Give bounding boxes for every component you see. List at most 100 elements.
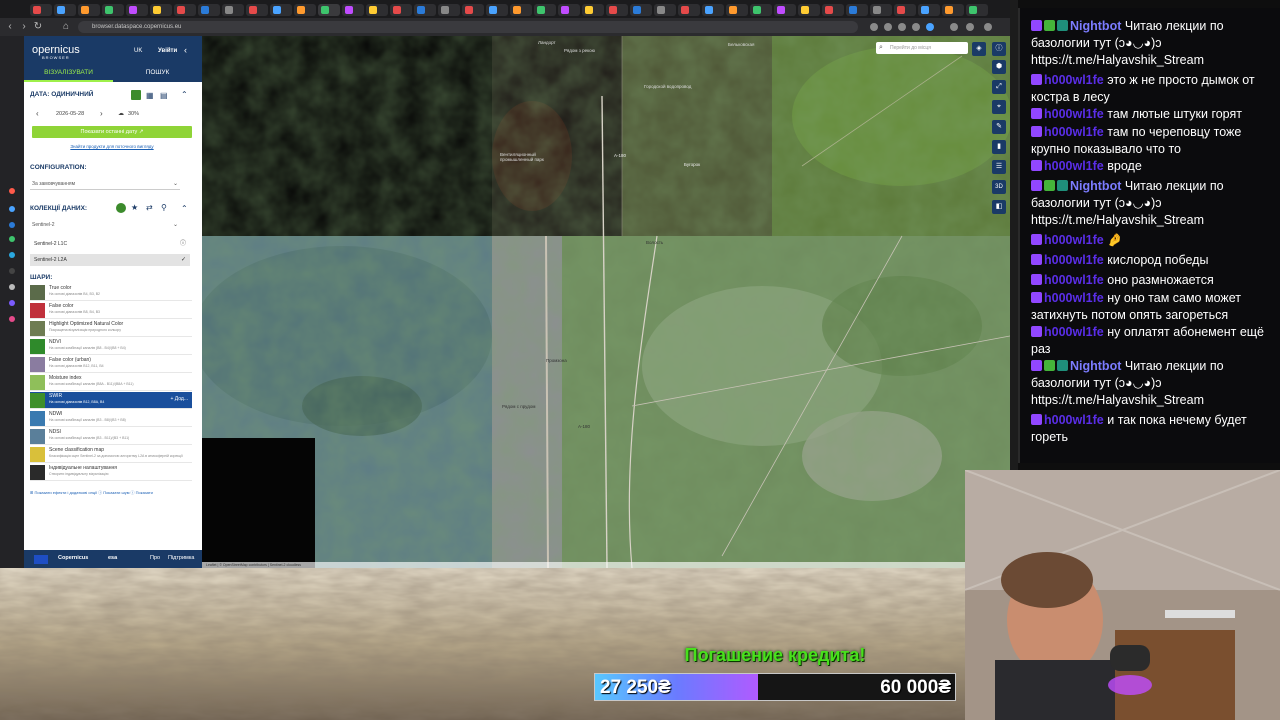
layer-item[interactable]: False color (urban) На основі діапазонів … [30, 356, 192, 373]
esa-logo[interactable]: esa [108, 555, 117, 561]
timelapse-icon[interactable]: ▤ [160, 91, 168, 100]
forward-icon[interactable]: › [18, 21, 30, 33]
chat-username[interactable]: h000wl1fe [1044, 253, 1104, 267]
browser-tab[interactable] [534, 4, 556, 16]
app-icon[interactable] [9, 252, 15, 258]
browser-tab[interactable] [246, 4, 268, 16]
browser-tab[interactable] [486, 4, 508, 16]
browser-tab[interactable] [630, 4, 652, 16]
layer-item[interactable]: NDWI На основі комбінації каналів (B3 - B… [30, 410, 192, 427]
chat-username[interactable]: Nightbot [1070, 179, 1121, 193]
browser-tab[interactable] [126, 4, 148, 16]
browser-tab[interactable] [54, 4, 76, 16]
browser-tab[interactable] [750, 4, 772, 16]
footer-links[interactable]: ⊞ Показати ефекти і додаткові опції ⓘ По… [30, 490, 200, 496]
extension-icon[interactable] [884, 23, 892, 31]
collection-item-l2a[interactable]: Sentinel-2 L2A ✓ [30, 254, 190, 266]
extension-icon[interactable] [926, 23, 934, 31]
info-icon[interactable]: ⓘ [992, 42, 1006, 56]
copernicus-logo[interactable]: opernicus BROWSER [32, 44, 80, 60]
browser-tab[interactable] [966, 4, 988, 16]
chat-username[interactable]: h000wl1fe [1044, 273, 1104, 287]
browser-tab[interactable] [366, 4, 388, 16]
measure-icon[interactable]: ⤢ [992, 80, 1006, 94]
browser-tab[interactable] [846, 4, 868, 16]
tab-visualize[interactable]: ВІЗУАЛІЗУВАТИ [24, 66, 113, 82]
browser-tab[interactable] [174, 4, 196, 16]
browser-tab[interactable] [318, 4, 340, 16]
pin-icon[interactable]: ⬢ [992, 60, 1006, 74]
browser-tab[interactable] [222, 4, 244, 16]
download-icon[interactable]: ☰ [992, 160, 1006, 174]
layer-item[interactable]: Moisture index На основі комбінації канал… [30, 374, 192, 391]
menu-icon[interactable] [966, 23, 974, 31]
browser-tab[interactable] [582, 4, 604, 16]
browser-tab[interactable] [558, 4, 580, 16]
app-icon[interactable] [9, 284, 15, 290]
browser-tab[interactable] [918, 4, 940, 16]
draw-icon[interactable]: ✎ [992, 120, 1006, 134]
chat-username[interactable]: h000wl1fe [1044, 125, 1104, 139]
minimize-icon[interactable] [984, 23, 992, 31]
app-icon[interactable] [9, 268, 15, 274]
language-selector[interactable]: UK [134, 48, 142, 54]
chat-username[interactable]: h000wl1fe [1044, 325, 1104, 339]
browser-tab[interactable] [942, 4, 964, 16]
configuration-select[interactable]: За замовчуванням ⌄ [30, 179, 180, 190]
browser-tab[interactable] [606, 4, 628, 16]
app-icon[interactable] [9, 300, 15, 306]
login-button[interactable]: Увійти [158, 48, 177, 54]
layer-item[interactable]: True color На основі діапазонів B4, B3, B… [30, 284, 192, 301]
date-value[interactable]: 2026-05-28 [56, 111, 84, 117]
app-icon[interactable] [9, 188, 15, 194]
app-icon[interactable] [9, 222, 15, 228]
layer-item[interactable]: NDSI На основі комбінації каналів (B3 - B… [30, 428, 192, 445]
ruler-icon[interactable]: ▮ [992, 140, 1006, 154]
url-field[interactable]: browser.dataspace.copernicus.eu [78, 21, 858, 33]
pin-icon[interactable]: ⚲ [161, 203, 167, 212]
info-icon[interactable]: ⓘ [180, 238, 186, 250]
add-layer-button[interactable]: + Дод... [170, 396, 188, 402]
browser-tab[interactable] [798, 4, 820, 16]
chevron-up-icon[interactable]: ⌃ [181, 204, 188, 213]
prev-date-icon[interactable]: ‹ [36, 109, 39, 118]
layer-item[interactable]: SWIR На основі діапазонів B12, B8A, B4 + Д… [30, 392, 192, 409]
browser-tab[interactable] [678, 4, 700, 16]
grid-icon[interactable]: ▦ [146, 91, 154, 100]
browser-tab[interactable] [726, 4, 748, 16]
show-latest-date-button[interactable]: Показати останні дату ↗ [32, 126, 192, 138]
browser-tab[interactable] [894, 4, 916, 16]
copernicus-footer-logo[interactable]: Copernicus [58, 555, 88, 561]
extension-icon[interactable] [912, 23, 920, 31]
collection-globe-icon[interactable] [116, 203, 126, 213]
chat-username[interactable]: h000wl1fe [1044, 107, 1104, 121]
chat-username[interactable]: h000wl1fe [1044, 413, 1104, 427]
layer-item[interactable]: NDVI На основі комбінації каналів (B8 - B… [30, 338, 192, 355]
browser-tab[interactable] [414, 4, 436, 16]
browser-tab[interactable] [198, 4, 220, 16]
browser-tab[interactable] [438, 4, 460, 16]
compare-icon[interactable]: ⇄ [146, 203, 153, 212]
about-link[interactable]: Про [150, 555, 160, 561]
chat-username[interactable]: Nightbot [1070, 19, 1121, 33]
three-d-icon[interactable]: 3D [992, 180, 1006, 194]
layer-item[interactable]: Highlight Optimized Natural Color Покраще… [30, 320, 192, 337]
browser-tab[interactable] [150, 4, 172, 16]
collection-select[interactable]: Sentinel-2 ⌄ [30, 220, 180, 231]
reload-icon[interactable]: ↻ [32, 21, 44, 33]
browser-tab[interactable] [270, 4, 292, 16]
home-icon[interactable]: ⌂ [60, 21, 72, 33]
layers-icon[interactable]: ◈ [972, 42, 986, 56]
chat-username[interactable]: h000wl1fe [1044, 159, 1104, 173]
support-link[interactable]: Підтримка [168, 555, 194, 561]
collapse-panel-icon[interactable]: ‹ [184, 45, 187, 55]
browser-tab[interactable] [870, 4, 892, 16]
chat-username[interactable]: h000wl1fe [1044, 233, 1104, 247]
star-icon[interactable]: ★ [131, 203, 138, 212]
browser-tab[interactable] [342, 4, 364, 16]
browser-tab[interactable] [390, 4, 412, 16]
compare-icon[interactable]: ◧ [992, 200, 1006, 214]
chevron-up-icon[interactable]: ⌃ [181, 90, 188, 99]
chat-username[interactable]: h000wl1fe [1044, 291, 1104, 305]
layer-item[interactable]: Індивідуальне налаштування Створити індив… [30, 464, 192, 481]
